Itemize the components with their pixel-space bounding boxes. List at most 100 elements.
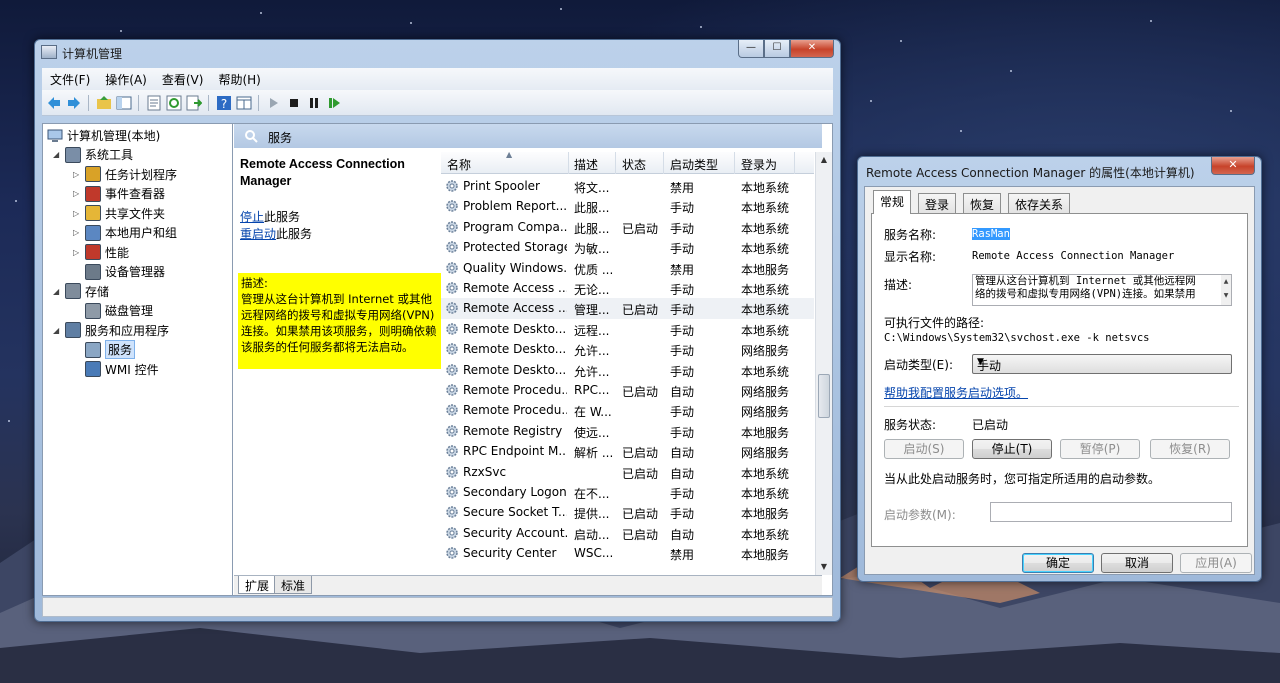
restart-service-icon[interactable] (326, 95, 342, 111)
tree-item[interactable]: ▷ 性能 (73, 243, 129, 262)
start-params-input[interactable] (990, 502, 1232, 522)
service-row[interactable]: Program Compa... 此服... 已启动 手动 本地系统 (441, 217, 814, 237)
service-row[interactable]: Remote Deskto... 允许... 手动 本地系统 (441, 360, 814, 380)
menu-action[interactable]: 操作(A) (105, 71, 147, 88)
dialog-close-button[interactable]: ✕ (1211, 157, 1255, 175)
collapsed-arrow-icon[interactable]: ▷ (73, 170, 79, 179)
properties-icon[interactable] (146, 95, 162, 111)
start-service-icon[interactable] (266, 95, 282, 111)
column-startup-type[interactable]: 启动类型 (670, 156, 718, 173)
scroll-thumb[interactable] (818, 374, 830, 418)
service-row[interactable]: Security Center WSC... 禁用 本地服务 (441, 543, 814, 563)
show-hide-tree-icon[interactable] (116, 95, 132, 111)
cancel-button[interactable]: 取消 (1101, 553, 1173, 573)
vertical-scrollbar[interactable]: ▲ ▼ (815, 152, 832, 575)
scroll-up-arrow-icon[interactable]: ▲ (816, 152, 832, 168)
resume-button[interactable]: 恢复(R) (1150, 439, 1230, 459)
collapsed-arrow-icon[interactable]: ▷ (73, 248, 79, 257)
stop-service-link[interactable]: 停止 (240, 210, 264, 224)
service-row[interactable]: Secure Socket T... 提供... 已启动 手动 本地服务 (441, 502, 814, 522)
refresh-icon[interactable] (166, 95, 182, 111)
menu-help[interactable]: 帮助(H) (218, 71, 260, 88)
service-row[interactable]: Remote Access ... 无论... 手动 本地系统 (441, 278, 814, 298)
restart-service-link[interactable]: 重启动 (240, 227, 276, 241)
tree-item[interactable]: 服务 (85, 340, 136, 359)
dialog-title: Remote Access Connection Manager 的属性(本地计… (866, 166, 1195, 180)
column-log-on-as[interactable]: 登录为 (741, 156, 777, 173)
tree-item[interactable]: ▷ 事件查看器 (73, 184, 165, 203)
divider (884, 406, 1239, 407)
menu-file[interactable]: 文件(F) (50, 71, 90, 88)
tree-item[interactable]: 磁盘管理 (85, 301, 153, 320)
start-button[interactable]: 启动(S) (884, 439, 964, 459)
column-description[interactable]: 描述 (574, 156, 598, 173)
expanded-arrow-icon[interactable]: ◢ (53, 326, 59, 335)
service-row[interactable]: Remote Procedu... RPC... 已启动 自动 网络服务 (441, 380, 814, 400)
service-name: Secondary Logon (463, 485, 567, 499)
tree-item[interactable]: ▷ 任务计划程序 (73, 165, 177, 184)
startup-type-select[interactable]: 手动 ▼ (972, 354, 1232, 374)
up-folder-icon[interactable] (96, 95, 112, 111)
view-icon[interactable] (236, 95, 252, 111)
tab-general[interactable]: 常规 (873, 190, 912, 214)
display-name-value[interactable]: Remote Access Connection Manager (972, 250, 1174, 262)
service-gear-icon (446, 465, 458, 478)
service-row[interactable]: RzxSvc 已启动 自动 本地系统 (441, 462, 814, 482)
service-row[interactable]: Security Account... 启动... 已启动 自动 本地系统 (441, 523, 814, 543)
service-row[interactable]: Remote Procedu... 在 W... 手动 网络服务 (441, 400, 814, 420)
tree-item[interactable]: 设备管理器 (85, 262, 165, 281)
scroll-down-arrow-icon[interactable]: ▼ (816, 559, 832, 575)
close-button[interactable]: ✕ (790, 40, 834, 58)
expanded-arrow-icon[interactable]: ◢ (53, 287, 59, 296)
description-textbox[interactable]: 管理从这台计算机到 Internet 或其他远程网 络的拨号和虚拟专用网络(VP… (972, 274, 1232, 306)
export-list-icon[interactable] (186, 95, 202, 111)
help-icon[interactable]: ? (216, 95, 232, 111)
stop-button[interactable]: 停止(T) (972, 439, 1052, 459)
service-row[interactable]: RPC Endpoint M... 解析 ... 已启动 自动 网络服务 (441, 441, 814, 461)
tab-extended[interactable]: 扩展 (238, 576, 277, 594)
service-name-value[interactable]: RasMan (972, 228, 1010, 240)
tab-dependencies[interactable]: 依存关系 (1008, 193, 1071, 213)
chevron-down-icon: ▼ (977, 357, 984, 367)
tab-recovery[interactable]: 恢复 (963, 193, 1002, 213)
service-row[interactable]: Remote Access ... 管理... 已启动 手动 本地系统 (441, 298, 814, 319)
collapsed-arrow-icon[interactable]: ▷ (73, 209, 79, 218)
minimize-button[interactable]: — (738, 40, 764, 58)
ok-button[interactable]: 确定 (1022, 553, 1094, 573)
tab-logon[interactable]: 登录 (918, 193, 957, 213)
tree-item[interactable]: ◢ 服务和应用程序 (53, 321, 169, 340)
service-row[interactable]: Secondary Logon 在不... 手动 本地系统 (441, 482, 814, 502)
tree-item[interactable]: WMI 控件 (85, 360, 159, 379)
apply-button[interactable]: 应用(A) (1180, 553, 1252, 573)
tree-root[interactable]: 计算机管理(本地) (47, 126, 160, 145)
tree-item[interactable]: ▷ 本地用户和组 (73, 223, 177, 242)
description-scrollbar[interactable]: ▲ ▼ (1221, 275, 1231, 305)
service-row[interactable]: Remote Registry 使远... 手动 本地服务 (441, 421, 814, 441)
maximize-button[interactable]: ☐ (764, 40, 790, 58)
pause-service-icon[interactable] (306, 95, 322, 111)
service-row[interactable]: Print Spooler 将文... 禁用 本地系统 (441, 176, 814, 196)
exe-path-value[interactable]: C:\Windows\System32\svchost.exe -k netsv… (884, 332, 1150, 344)
collapsed-arrow-icon[interactable]: ▷ (73, 189, 79, 198)
column-status[interactable]: 状态 (622, 156, 646, 173)
back-arrow-icon[interactable] (46, 95, 62, 111)
tree-item[interactable]: ▷ 共享文件夹 (73, 204, 165, 223)
stop-service-icon[interactable] (286, 95, 302, 111)
tree-item[interactable]: ◢ 系统工具 (53, 145, 133, 164)
service-row[interactable]: Quality Windows... 优质 ... 禁用 本地服务 (441, 258, 814, 278)
restart-link-suffix: 此服务 (276, 227, 313, 241)
column-name[interactable]: 名称 (447, 156, 471, 173)
pause-button[interactable]: 暂停(P) (1060, 439, 1140, 459)
tree-item[interactable]: ◢ 存储 (53, 282, 109, 301)
service-row[interactable]: Remote Deskto... 允许... 手动 网络服务 (441, 339, 814, 359)
collapsed-arrow-icon[interactable]: ▷ (73, 228, 79, 237)
help-configure-link[interactable]: 帮助我配置服务启动选项。 (884, 384, 1028, 401)
forward-arrow-icon[interactable] (66, 95, 82, 111)
service-row[interactable]: Remote Deskto... 远程... 手动 本地系统 (441, 319, 814, 339)
menu-view[interactable]: 查看(V) (162, 71, 204, 88)
expanded-arrow-icon[interactable]: ◢ (53, 150, 59, 159)
service-row[interactable]: Protected Storage 为敏... 手动 本地系统 (441, 237, 814, 257)
tab-standard[interactable]: 标准 (274, 576, 313, 594)
service-row[interactable]: Problem Report... 此服... 手动 本地系统 (441, 196, 814, 216)
service-desc: WSC... (574, 546, 614, 561)
